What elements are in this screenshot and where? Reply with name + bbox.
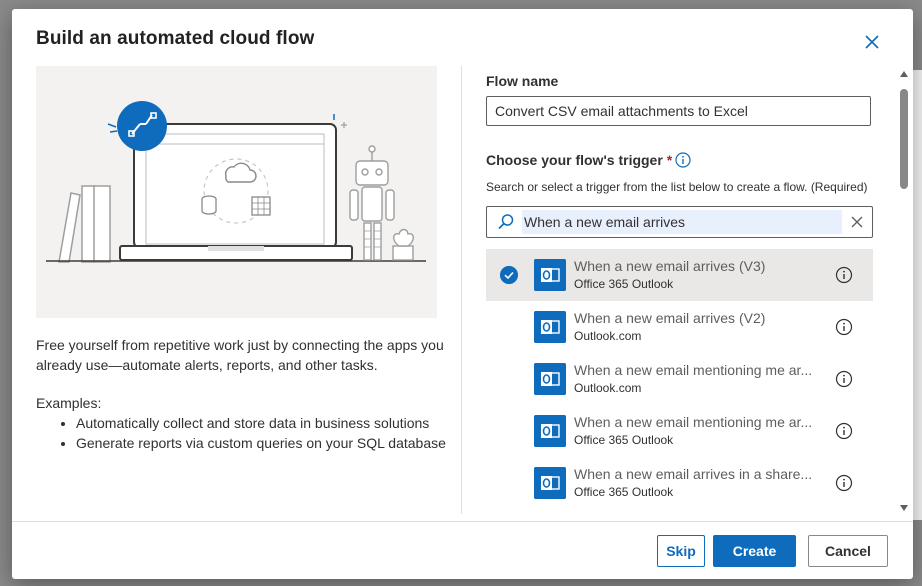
trigger-hint: Search or select a trigger from the list… xyxy=(486,180,868,194)
trigger-connector: Outlook.com xyxy=(574,381,642,395)
outlook-icon xyxy=(534,363,566,395)
outlook-icon xyxy=(534,415,566,447)
trigger-name: When a new email mentioning me ar... xyxy=(574,362,813,378)
trigger-search-box[interactable]: When a new email arrives xyxy=(486,206,873,238)
flow-name-label: Flow name xyxy=(486,73,559,89)
trigger-info-icon[interactable] xyxy=(835,370,853,388)
trigger-option[interactable]: When a new email arrives (V3) Office 365… xyxy=(486,249,873,301)
scroll-up-icon[interactable] xyxy=(900,71,908,77)
dialog-description: Free yourself from repetitive work just … xyxy=(36,337,444,373)
trigger-option[interactable]: When a new email mentioning me ar... Off… xyxy=(486,405,873,457)
example-item: Generate reports via custom queries on y… xyxy=(76,433,446,453)
trigger-connector: Office 365 Outlook xyxy=(574,277,674,291)
cancel-button[interactable]: Cancel xyxy=(808,535,888,567)
hero-illustration xyxy=(36,66,437,318)
trigger-option[interactable]: When a new email mentioning me ar... Out… xyxy=(486,353,873,405)
trigger-name: When a new email arrives (V3) xyxy=(574,258,766,274)
trigger-connector: Office 365 Outlook xyxy=(574,485,674,499)
trigger-option[interactable]: When a new email arrives in a share... O… xyxy=(486,457,873,509)
selected-check-icon xyxy=(500,266,518,284)
outlook-icon xyxy=(534,311,566,343)
laptop-illustration xyxy=(46,101,426,263)
clear-search-icon[interactable] xyxy=(850,215,864,229)
trigger-info-icon[interactable] xyxy=(835,474,853,492)
trigger-name: When a new email arrives (V2) xyxy=(574,310,766,326)
trigger-list: When a new email arrives (V3) Office 365… xyxy=(486,249,873,509)
trigger-list-scrollbar[interactable] xyxy=(898,71,910,511)
trigger-connector: Outlook.com xyxy=(574,329,642,343)
examples-label: Examples: xyxy=(36,395,102,411)
trigger-search-input[interactable]: When a new email arrives xyxy=(522,210,842,234)
outlook-icon xyxy=(534,467,566,499)
outlook-icon xyxy=(534,259,566,291)
trigger-info-icon[interactable] xyxy=(675,152,691,168)
examples-list: Automatically collect and store data in … xyxy=(36,413,446,453)
trigger-name: When a new email arrives in a share... xyxy=(574,466,813,482)
example-item: Automatically collect and store data in … xyxy=(76,413,446,433)
footer-divider xyxy=(12,521,913,522)
trigger-info-icon[interactable] xyxy=(835,266,853,284)
trigger-info-icon[interactable] xyxy=(835,318,853,336)
trigger-info-icon[interactable] xyxy=(835,422,853,440)
search-icon xyxy=(498,214,514,230)
dialog-description-block: Free yourself from repetitive work just … xyxy=(36,335,446,453)
dialog-title: Build an automated cloud flow xyxy=(36,28,315,49)
trigger-option[interactable]: When a new email arrives (V2) Outlook.co… xyxy=(486,301,873,353)
scroll-down-icon[interactable] xyxy=(900,505,908,511)
close-icon[interactable] xyxy=(861,31,883,53)
column-divider xyxy=(461,66,462,514)
build-flow-dialog: Build an automated cloud flow Free yours… xyxy=(12,9,913,579)
flow-name-input[interactable]: Convert CSV email attachments to Excel xyxy=(486,96,871,126)
trigger-label: Choose your flow's trigger * xyxy=(486,152,672,168)
trigger-label-text: Choose your flow's trigger xyxy=(486,152,663,168)
create-button[interactable]: Create xyxy=(713,535,796,567)
skip-button[interactable]: Skip xyxy=(657,535,705,567)
trigger-connector: Office 365 Outlook xyxy=(574,433,674,447)
trigger-name: When a new email mentioning me ar... xyxy=(574,414,813,430)
required-asterisk: * xyxy=(666,152,673,168)
scrollbar-thumb[interactable] xyxy=(900,89,908,189)
